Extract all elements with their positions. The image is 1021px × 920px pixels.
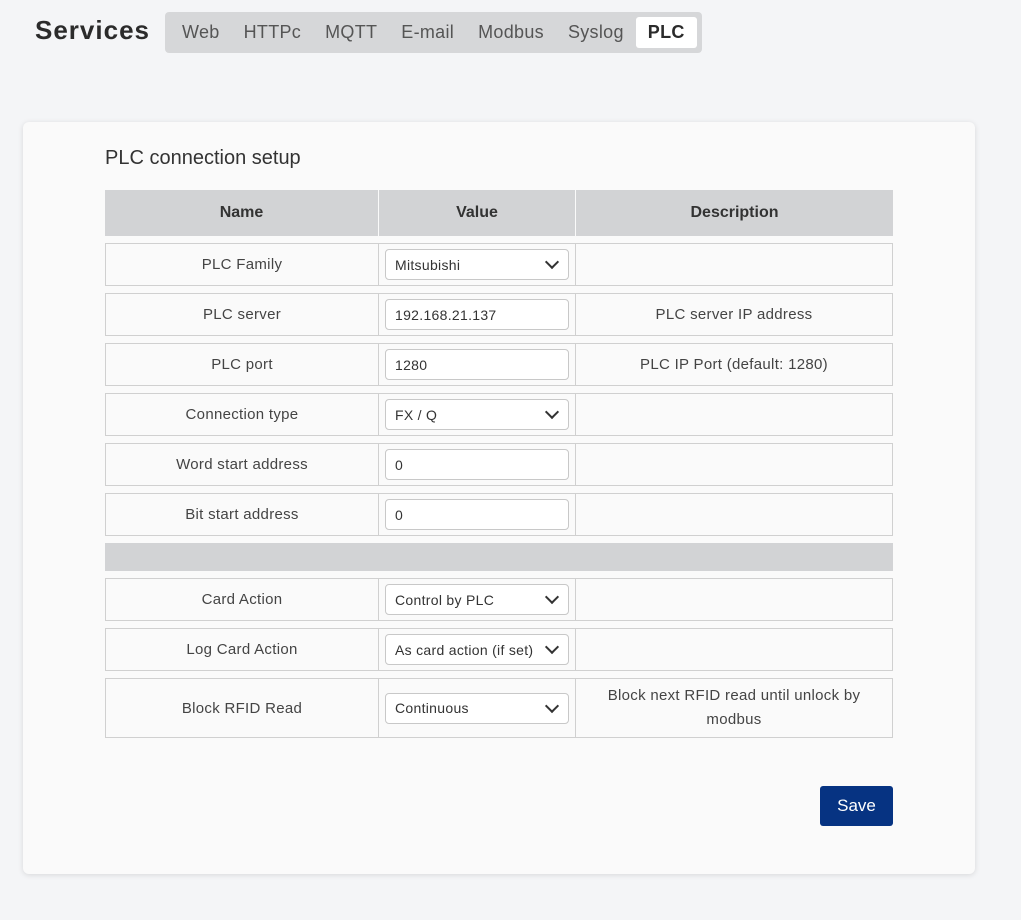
chevron-down-icon [544, 254, 560, 270]
card-action-select[interactable]: Control by PLC [385, 584, 569, 615]
row-name: Connection type [106, 394, 379, 435]
tab-mqtt[interactable]: MQTT [313, 17, 389, 48]
row-description: PLC IP Port (default: 1280) [640, 355, 828, 373]
row-description [576, 444, 892, 485]
bit-start-address-input[interactable]: 0 [385, 499, 569, 530]
row-name: PLC port [106, 344, 379, 385]
save-button[interactable]: Save [820, 786, 893, 826]
table-row: Card Action Control by PLC [105, 578, 893, 621]
row-name: Word start address [106, 444, 379, 485]
row-description [576, 494, 892, 535]
header-description: Description [690, 204, 779, 221]
header-value: Value [379, 190, 576, 236]
page-header: Services Web HTTPc MQTT E-mail Modbus Sy… [0, 0, 1021, 70]
tab-plc[interactable]: PLC [635, 17, 697, 48]
connection-type-select[interactable]: FX / Q [385, 399, 569, 430]
table-row: Connection type FX / Q [105, 393, 893, 436]
table-row: PLC Family Mitsubishi [105, 243, 893, 286]
row-name: Block RFID Read [106, 679, 379, 737]
row-description [576, 579, 892, 620]
header-name: Name [105, 190, 379, 236]
plc-server-input[interactable]: 192.168.21.137 [385, 299, 569, 330]
tab-email[interactable]: E-mail [389, 17, 466, 48]
table-row: Log Card Action As card action (if set) [105, 628, 893, 671]
row-description [576, 629, 892, 670]
row-description [576, 394, 892, 435]
tab-web[interactable]: Web [170, 17, 232, 48]
log-card-action-select[interactable]: As card action (if set) [385, 634, 569, 665]
chevron-down-icon [544, 589, 560, 605]
chevron-down-icon [544, 698, 560, 713]
tab-modbus[interactable]: Modbus [466, 17, 556, 48]
table-row: Block RFID Read Continuous Block next RF… [105, 678, 893, 738]
tab-syslog[interactable]: Syslog [556, 17, 636, 48]
row-name: Card Action [106, 579, 379, 620]
section-title: PLC connection setup [105, 147, 301, 169]
row-name: Log Card Action [106, 629, 379, 670]
table-row: Word start address 0 [105, 443, 893, 486]
table-divider [105, 543, 893, 571]
table-row: PLC port 1280 PLC IP Port (default: 1280… [105, 343, 893, 386]
service-tabs: Web HTTPc MQTT E-mail Modbus Syslog PLC [165, 12, 702, 53]
plc-port-input[interactable]: 1280 [385, 349, 569, 380]
table-row: Bit start address 0 [105, 493, 893, 536]
row-name: PLC server [106, 294, 379, 335]
chevron-down-icon [544, 639, 560, 655]
settings-table: Name Value Description PLC Family Mitsub… [105, 190, 893, 738]
block-rfid-read-select[interactable]: Continuous [385, 692, 569, 724]
plc-settings-card: PLC connection setup Name Value Descript… [23, 122, 975, 874]
row-description: Block next RFID read until unlock by mod… [607, 687, 861, 728]
row-description [576, 244, 892, 285]
word-start-address-input[interactable]: 0 [385, 449, 569, 480]
table-header: Name Value Description [105, 190, 893, 236]
tab-httpc[interactable]: HTTPc [232, 17, 314, 48]
plc-family-select[interactable]: Mitsubishi [385, 249, 569, 280]
table-row: PLC server 192.168.21.137 PLC server IP … [105, 293, 893, 336]
chevron-down-icon [544, 404, 560, 420]
row-name: Bit start address [106, 494, 379, 535]
row-name: PLC Family [106, 244, 379, 285]
page-title: Services [35, 15, 150, 45]
row-description: PLC server IP address [655, 305, 813, 323]
